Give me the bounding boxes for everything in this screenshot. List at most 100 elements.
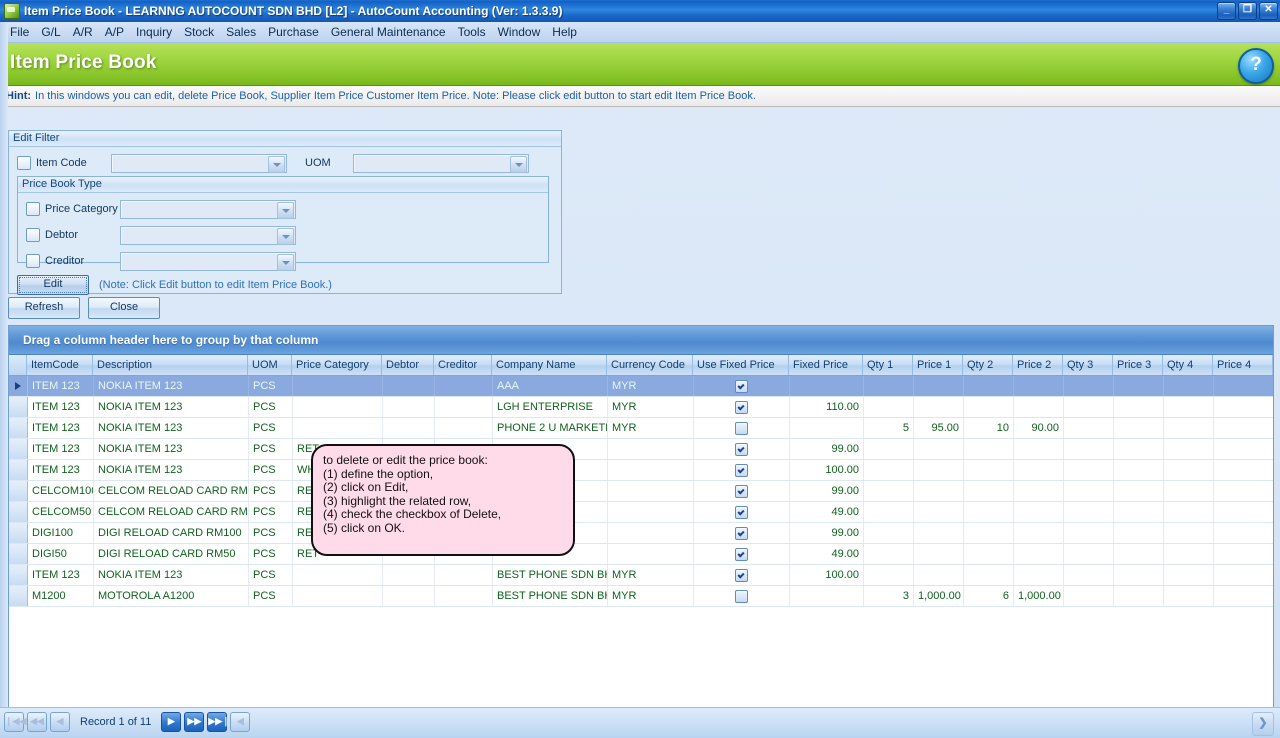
table-cell-currency-code[interactable]: MYR — [608, 397, 694, 417]
price-category-combo[interactable] — [120, 199, 296, 219]
item-code-combo[interactable] — [111, 153, 287, 173]
table-cell-uom[interactable]: PCS — [249, 544, 293, 564]
menu-item-ap[interactable]: A/P — [99, 23, 130, 41]
table-cell-price-1[interactable] — [914, 397, 964, 417]
table-cell-qty-3[interactable] — [1064, 439, 1114, 459]
table-cell-use-fixed-price[interactable] — [694, 565, 790, 585]
close-button-action[interactable]: Close — [88, 297, 160, 319]
table-cell-debtor[interactable] — [383, 586, 435, 606]
table-cell-qty-3[interactable] — [1064, 481, 1114, 501]
table-cell-itemcode[interactable]: CELCOM100 — [28, 481, 94, 501]
close-button[interactable]: ✕ — [1259, 2, 1278, 20]
table-row[interactable]: DIGI100 DIGI RELOAD CARD RM100 PCS RET 99.00 — [9, 523, 1273, 544]
table-cell-price-4[interactable] — [1214, 376, 1273, 396]
table-cell-qty-4[interactable] — [1164, 481, 1214, 501]
table-cell-fixed-price[interactable]: 49.00 — [790, 544, 864, 564]
grid-column-header-price-2[interactable]: Price 2 — [1013, 355, 1063, 375]
table-cell-creditor[interactable] — [435, 565, 493, 585]
menu-item-sales[interactable]: Sales — [220, 23, 262, 41]
table-cell-qty-4[interactable] — [1164, 586, 1214, 606]
table-cell-uom[interactable]: PCS — [249, 397, 293, 417]
table-cell-qty-4[interactable] — [1164, 502, 1214, 522]
table-row[interactable]: ITEM 123 NOKIA ITEM 123 PCS WH 100.00 — [9, 460, 1273, 481]
table-cell-price-3[interactable] — [1114, 523, 1164, 543]
table-cell-qty-2[interactable] — [964, 502, 1014, 522]
grid-column-header-itemcode[interactable]: ItemCode — [27, 355, 93, 375]
grid-column-header-qty-3[interactable]: Qty 3 — [1063, 355, 1113, 375]
table-cell-description[interactable]: NOKIA ITEM 123 — [94, 460, 249, 480]
table-cell-price-4[interactable] — [1214, 544, 1273, 564]
row-indicator-cell[interactable] — [9, 544, 28, 564]
table-cell-fixed-price[interactable] — [790, 586, 864, 606]
table-cell-price-4[interactable] — [1214, 397, 1273, 417]
table-cell-use-fixed-price[interactable] — [694, 418, 790, 438]
table-cell-price-1[interactable] — [914, 502, 964, 522]
help-icon[interactable]: ? — [1238, 48, 1274, 84]
use-fixed-price-checkbox[interactable] — [735, 401, 748, 414]
grid-column-header-qty-4[interactable]: Qty 4 — [1163, 355, 1213, 375]
table-cell-company-name[interactable]: BEST PHONE SDN BHD — [493, 565, 608, 585]
row-indicator-cell[interactable] — [9, 586, 28, 606]
table-cell-itemcode[interactable]: ITEM 123 — [28, 460, 94, 480]
grid-column-header-qty-1[interactable]: Qty 1 — [863, 355, 913, 375]
table-cell-description[interactable]: NOKIA ITEM 123 — [94, 439, 249, 459]
table-cell-qty-2[interactable] — [964, 481, 1014, 501]
table-cell-uom[interactable]: PCS — [249, 502, 293, 522]
last-record-button[interactable]: ▶▶❘ — [207, 712, 230, 732]
table-cell-price-2[interactable] — [1014, 376, 1064, 396]
table-cell-qty-1[interactable] — [864, 439, 914, 459]
first-record-button[interactable]: ❘◀◀ — [4, 712, 26, 732]
table-cell-qty-3[interactable] — [1064, 523, 1114, 543]
table-cell-qty-2[interactable] — [964, 376, 1014, 396]
previous-page-button[interactable]: ◀◀ — [27, 712, 47, 732]
table-cell-description[interactable]: DIGI RELOAD CARD RM50 — [94, 544, 249, 564]
chevron-down-icon[interactable] — [277, 227, 294, 245]
refresh-button[interactable]: Refresh — [8, 297, 80, 319]
table-cell-qty-2[interactable] — [964, 544, 1014, 564]
use-fixed-price-checkbox[interactable] — [735, 485, 748, 498]
table-cell-qty-4[interactable] — [1164, 439, 1214, 459]
table-cell-description[interactable]: CELCOM RELOAD CARD RM50 — [94, 502, 249, 522]
menu-item-ar[interactable]: A/R — [67, 23, 99, 41]
table-cell-uom[interactable]: PCS — [249, 586, 293, 606]
table-cell-price-2[interactable] — [1014, 544, 1064, 564]
table-cell-qty-1[interactable] — [864, 502, 914, 522]
minimize-button[interactable]: _ — [1217, 2, 1236, 20]
use-fixed-price-checkbox[interactable] — [735, 548, 748, 561]
table-cell-description[interactable]: NOKIA ITEM 123 — [94, 376, 249, 396]
table-row[interactable]: ITEM 123 NOKIA ITEM 123 PCS RET 99.00 — [9, 439, 1273, 460]
table-cell-price-category[interactable] — [293, 376, 383, 396]
table-cell-price-category[interactable] — [293, 565, 383, 585]
group-by-drop-area[interactable]: Drag a column header here to group by th… — [9, 326, 1273, 355]
table-cell-qty-2[interactable]: 10 — [964, 418, 1014, 438]
table-cell-description[interactable]: DIGI RELOAD CARD RM100 — [94, 523, 249, 543]
table-cell-price-category[interactable] — [293, 397, 383, 417]
chevron-down-icon[interactable] — [277, 201, 294, 219]
table-cell-currency-code[interactable]: MYR — [608, 586, 694, 606]
grid-column-header-company-name[interactable]: Company Name — [492, 355, 607, 375]
table-cell-currency-code[interactable] — [608, 439, 694, 459]
table-cell-company-name[interactable]: BEST PHONE SDN BHD — [493, 586, 608, 606]
table-cell-qty-2[interactable] — [964, 460, 1014, 480]
table-cell-qty-3[interactable] — [1064, 460, 1114, 480]
table-cell-use-fixed-price[interactable] — [694, 481, 790, 501]
row-indicator-cell[interactable] — [9, 397, 28, 417]
table-cell-uom[interactable]: PCS — [249, 418, 293, 438]
table-cell-price-1[interactable] — [914, 481, 964, 501]
table-cell-debtor[interactable] — [383, 418, 435, 438]
menu-item-gl[interactable]: G/L — [35, 23, 66, 41]
grid-column-header-fixed-price[interactable]: Fixed Price — [789, 355, 863, 375]
use-fixed-price-checkbox[interactable] — [735, 443, 748, 456]
table-cell-price-2[interactable] — [1014, 397, 1064, 417]
table-cell-qty-2[interactable] — [964, 439, 1014, 459]
table-cell-uom[interactable]: PCS — [249, 460, 293, 480]
table-cell-price-2[interactable] — [1014, 460, 1064, 480]
table-cell-price-category[interactable] — [293, 418, 383, 438]
table-cell-itemcode[interactable]: DIGI100 — [28, 523, 94, 543]
table-cell-price-3[interactable] — [1114, 397, 1164, 417]
table-cell-qty-4[interactable] — [1164, 418, 1214, 438]
table-cell-creditor[interactable] — [435, 376, 493, 396]
table-cell-qty-3[interactable] — [1064, 544, 1114, 564]
grid-column-header-creditor[interactable]: Creditor — [434, 355, 492, 375]
row-indicator-cell[interactable] — [9, 523, 28, 543]
